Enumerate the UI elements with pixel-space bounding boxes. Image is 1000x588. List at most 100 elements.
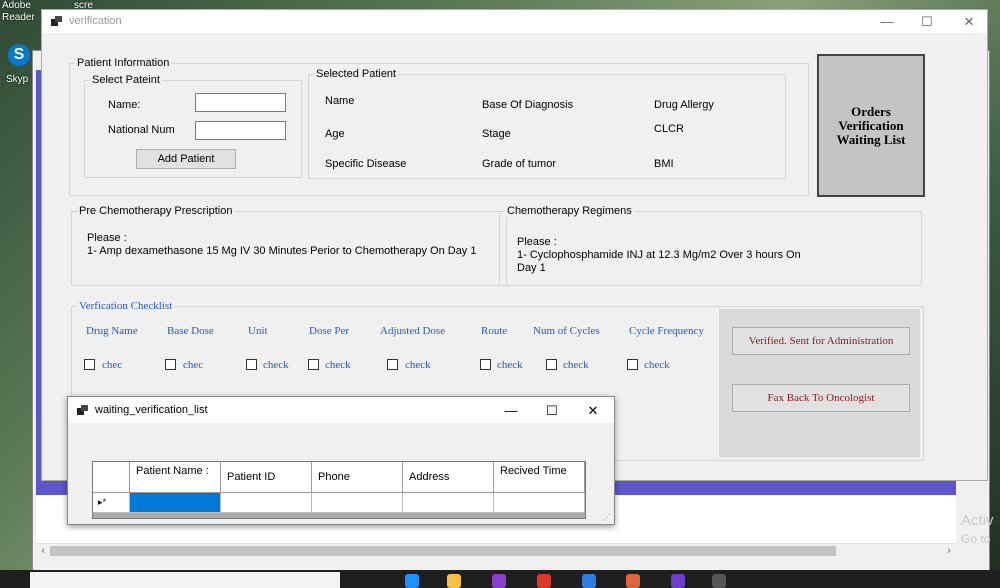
grade-of-tumor-field: Grade of tumor bbox=[482, 158, 556, 170]
base-dose-checkbox[interactable] bbox=[165, 359, 176, 370]
grid-cell[interactable] bbox=[312, 493, 403, 513]
new-row-marker[interactable]: ▸* bbox=[93, 493, 130, 513]
checkbox-label: check bbox=[325, 359, 351, 371]
unit-checkbox[interactable] bbox=[246, 359, 257, 370]
scroll-left-icon[interactable]: ‹ bbox=[36, 544, 50, 558]
select-patient-group: Select Pateint Name: National Num Add Pa… bbox=[84, 74, 302, 178]
selected-patient-group: Selected Patient Name Age Specific Disea… bbox=[308, 68, 786, 179]
grid-cell[interactable] bbox=[494, 493, 585, 513]
group-title: Chemotherapy Regimens bbox=[505, 205, 634, 217]
column-header: Adjusted Dose bbox=[380, 325, 446, 337]
name-input[interactable] bbox=[195, 93, 286, 112]
orders-verification-waiting-list-button[interactable]: Orders Verification Waiting List bbox=[817, 54, 925, 197]
checkbox-label: chec bbox=[102, 359, 123, 371]
window-app-icon bbox=[77, 405, 88, 415]
scrollbar-thumb[interactable] bbox=[50, 546, 836, 556]
checkbox-label: check bbox=[563, 359, 589, 371]
national-num-input[interactable] bbox=[195, 121, 286, 140]
file-explorer-icon[interactable] bbox=[447, 574, 461, 588]
horizontal-scrollbar[interactable]: ‹ › bbox=[36, 543, 956, 557]
office-icon[interactable] bbox=[626, 574, 640, 588]
column-header: Num of Cycles bbox=[533, 325, 600, 337]
pre-chemo-text: Please : bbox=[87, 232, 127, 244]
orders-button-line: Orders bbox=[851, 103, 891, 119]
checkbox-label: check bbox=[644, 359, 670, 371]
num-of-cycles-checkbox[interactable] bbox=[546, 359, 557, 370]
desktop-icon-label: Reader bbox=[2, 12, 35, 23]
name-label: Name: bbox=[108, 99, 141, 111]
clcr-field: CLCR bbox=[654, 123, 684, 135]
orders-button-line: Waiting List bbox=[836, 131, 906, 147]
checkbox-label: check bbox=[405, 359, 431, 371]
add-patient-button[interactable]: Add Patient bbox=[136, 149, 236, 169]
group-title: Verfication Checklist bbox=[77, 300, 175, 312]
desktop-icon-label: Skyp bbox=[6, 74, 29, 85]
pre-chemo-text: 1- Amp dexamethasone 15 Mg IV 30 Minutes… bbox=[87, 245, 477, 257]
bmi-field: BMI bbox=[654, 158, 674, 170]
edge-icon[interactable] bbox=[405, 574, 419, 588]
chrome-icon[interactable] bbox=[537, 574, 551, 588]
activation-watermark: Go to bbox=[961, 532, 991, 546]
waiting-verification-list-window: waiting_verification_list — ☐ ✕ Patient … bbox=[67, 396, 615, 525]
national-num-label: National Num bbox=[108, 124, 175, 136]
checkbox-label: check bbox=[263, 359, 289, 371]
visual-studio-icon[interactable] bbox=[671, 574, 685, 588]
minimize-icon[interactable]: — bbox=[488, 399, 534, 422]
grid-cell[interactable] bbox=[221, 493, 312, 513]
grid-cell-selected[interactable] bbox=[130, 493, 221, 513]
cycle-frequency-checkbox[interactable] bbox=[627, 359, 638, 370]
drug-allergy-field: Drug Allergy bbox=[654, 99, 714, 111]
grid-cell[interactable] bbox=[403, 493, 494, 513]
column-header[interactable]: Patient ID bbox=[221, 462, 312, 493]
column-header: Base Dose bbox=[167, 325, 214, 337]
chemo-regimen-text: Day 1 bbox=[517, 262, 546, 274]
verified-send-button[interactable]: Verified. Sent for Administration bbox=[732, 327, 910, 355]
maximize-icon[interactable]: ☐ bbox=[904, 10, 950, 33]
column-header: Cycle Frequency bbox=[629, 325, 704, 337]
column-header[interactable]: Address bbox=[403, 462, 494, 493]
route-checkbox[interactable] bbox=[480, 359, 491, 370]
column-header: Unit bbox=[248, 325, 268, 337]
skype-icon[interactable]: S bbox=[8, 44, 30, 66]
column-header: Dose Per bbox=[309, 325, 350, 337]
maximize-icon[interactable]: ☐ bbox=[529, 399, 575, 422]
stage-field: Stage bbox=[482, 128, 511, 140]
patient-information-group: Patient Information Select Pateint Name:… bbox=[69, 57, 809, 196]
chemo-regimen-text: Please : bbox=[517, 236, 557, 248]
drug-name-checkbox[interactable] bbox=[84, 359, 95, 370]
mail-icon[interactable] bbox=[582, 574, 596, 588]
waiting-list-grid[interactable]: Patient Name : Patient ID Phone Address … bbox=[92, 461, 586, 519]
dose-per-checkbox[interactable] bbox=[308, 359, 319, 370]
taskbar-search-box[interactable] bbox=[30, 572, 340, 588]
column-header: Route bbox=[481, 325, 508, 337]
scroll-right-icon[interactable]: › bbox=[942, 544, 956, 558]
window-title: verification bbox=[69, 15, 122, 27]
close-icon[interactable]: ✕ bbox=[570, 399, 616, 422]
column-header[interactable]: Phone bbox=[312, 462, 403, 493]
group-title: Pre Chemotherapy Prescription bbox=[77, 205, 235, 217]
desktop-icon-label: Adobe bbox=[2, 0, 31, 11]
close-icon[interactable]: ✕ bbox=[946, 10, 992, 33]
group-title: Selected Patient bbox=[314, 68, 399, 80]
chemo-regimen-text: 1- Cyclophosphamide INJ at 12.3 Mg/m2 Ov… bbox=[517, 249, 801, 261]
group-title: Select Pateint bbox=[90, 74, 162, 86]
column-header[interactable]: Recived Time bbox=[494, 462, 585, 493]
group-title: Patient Information bbox=[75, 57, 172, 69]
patient-age-field: Age bbox=[325, 128, 345, 140]
checkbox-label: check bbox=[497, 359, 523, 371]
app-icon[interactable] bbox=[492, 574, 506, 588]
taskbar bbox=[0, 570, 1000, 588]
pre-chemotherapy-group: Pre Chemotherapy Prescription Please : 1… bbox=[71, 205, 507, 286]
column-header: Drug Name bbox=[86, 325, 138, 337]
patient-name-field: Name bbox=[325, 95, 355, 107]
active-app-icon[interactable] bbox=[712, 574, 726, 588]
column-header[interactable]: Patient Name : bbox=[130, 462, 221, 493]
specific-disease-field: Specific Disease bbox=[325, 158, 407, 170]
orders-button-line: Verification bbox=[838, 117, 904, 133]
window-titlebar: verification — ☐ ✕ bbox=[42, 10, 987, 33]
fax-back-button[interactable]: Fax Back To Oncologist bbox=[732, 384, 910, 412]
row-header-corner bbox=[93, 462, 130, 493]
adjusted-dose-checkbox[interactable] bbox=[387, 359, 398, 370]
checkbox-label: chec bbox=[183, 359, 204, 371]
resize-grip-icon[interactable]: ⋰ bbox=[603, 513, 611, 522]
